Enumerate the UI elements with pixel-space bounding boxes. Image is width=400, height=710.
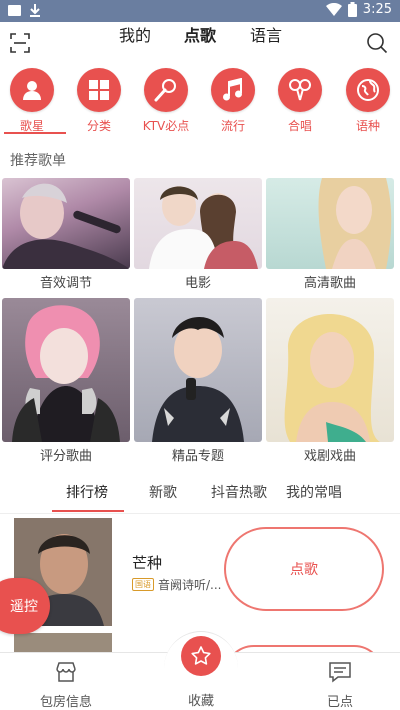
playlist-cover [2, 298, 130, 442]
playlist-label: 精品专题 [171, 449, 224, 464]
tab-charts[interactable]: 排行榜 [66, 482, 108, 502]
playlist-hd-songs[interactable]: 高清歌曲 [266, 178, 394, 291]
duet-icon [278, 68, 322, 112]
store-icon [56, 662, 76, 682]
subtab-active-underline [52, 510, 124, 512]
room-info-label: 包房信息 [39, 695, 92, 710]
language-badge: 国语 [132, 578, 154, 591]
globe-icon [346, 68, 390, 112]
star-icon [191, 646, 211, 665]
category-label: 流行 [220, 119, 245, 133]
tab-language[interactable]: 语言 [250, 22, 282, 46]
room-info-tab[interactable]: 包房信息 [16, 661, 116, 710]
playlist-cover [266, 298, 394, 442]
order-song-button[interactable]: 点歌 [224, 527, 384, 611]
divider [0, 513, 400, 514]
notification-icon [8, 4, 21, 16]
song-title: 芒种 [132, 554, 163, 572]
playlist-featured-topics[interactable]: 精品专题 [134, 298, 262, 464]
song-row[interactable]: 芒种 国语 音阙诗听/... 点歌 [0, 515, 400, 631]
playlist-label: 高清歌曲 [303, 276, 356, 291]
tab-douyin-hits[interactable]: 抖音热歌 [211, 482, 267, 502]
category-singer[interactable]: 歌星 [2, 68, 62, 134]
singer-icon [10, 68, 54, 112]
playlist-label: 电影 [184, 276, 211, 291]
category-duet[interactable]: 合唱 [270, 68, 330, 134]
playlist-cover [134, 178, 262, 269]
playlist-label: 戏剧戏曲 [303, 449, 356, 464]
music-note-icon [211, 68, 255, 112]
song-meta: 国语 音阙诗听/... [132, 576, 222, 593]
category-classify[interactable]: 分类 [69, 68, 129, 134]
playlist-cover [134, 298, 262, 442]
category-label: 合唱 [287, 119, 312, 133]
status-time: 3:25 [362, 2, 392, 17]
download-icon [29, 3, 41, 17]
search-icon[interactable] [366, 32, 388, 54]
wifi-icon [325, 3, 342, 16]
playlist-label: 音效调节 [39, 276, 92, 291]
category-popular[interactable]: 流行 [203, 68, 263, 134]
category-language[interactable]: 语种 [338, 68, 398, 134]
ordered-tab[interactable]: 已点 [290, 661, 390, 710]
playlist-cover [2, 178, 130, 269]
grid-icon [77, 68, 121, 112]
tab-song-request[interactable]: 点歌 [184, 22, 216, 46]
playlist-opera[interactable]: 戏剧戏曲 [266, 298, 394, 464]
scan-icon[interactable] [10, 33, 30, 53]
tab-mine[interactable]: 我的 [119, 22, 151, 46]
category-ktv[interactable]: KTV必点 [136, 68, 196, 134]
battery-icon [347, 2, 357, 17]
tab-my-frequent[interactable]: 我的常唱 [286, 482, 342, 502]
microphone-icon [144, 68, 188, 112]
section-title: 推荐歌单 [10, 153, 66, 169]
top-nav: 我的 点歌 语言 [0, 22, 400, 66]
favorites-label: 收藏 [187, 694, 214, 709]
playlist-sound-effects[interactable]: 音效调节 [2, 178, 130, 291]
playlist-cover [266, 178, 394, 269]
category-row: 歌星 分类 KTV必点 流行 合唱 语种 [0, 68, 400, 136]
message-list-icon [329, 662, 351, 683]
category-label: 分类 [86, 119, 111, 133]
playlist-scored-songs[interactable]: 评分歌曲 [2, 298, 130, 464]
tab-new-songs[interactable]: 新歌 [149, 482, 177, 502]
ordered-label: 已点 [326, 695, 353, 710]
status-bar: 3:25 [0, 0, 400, 22]
favorites-button[interactable] [181, 636, 221, 676]
song-artist: 音阙诗听/... [158, 578, 222, 592]
ranking-tabs: 排行榜 新歌 抖音热歌 我的常唱 [0, 474, 400, 514]
playlist-label: 评分歌曲 [39, 449, 92, 464]
playlist-movie[interactable]: 电影 [134, 178, 262, 291]
category-label: KTV必点 [142, 119, 190, 133]
category-active-underline [4, 132, 66, 134]
category-label: 语种 [355, 119, 380, 133]
